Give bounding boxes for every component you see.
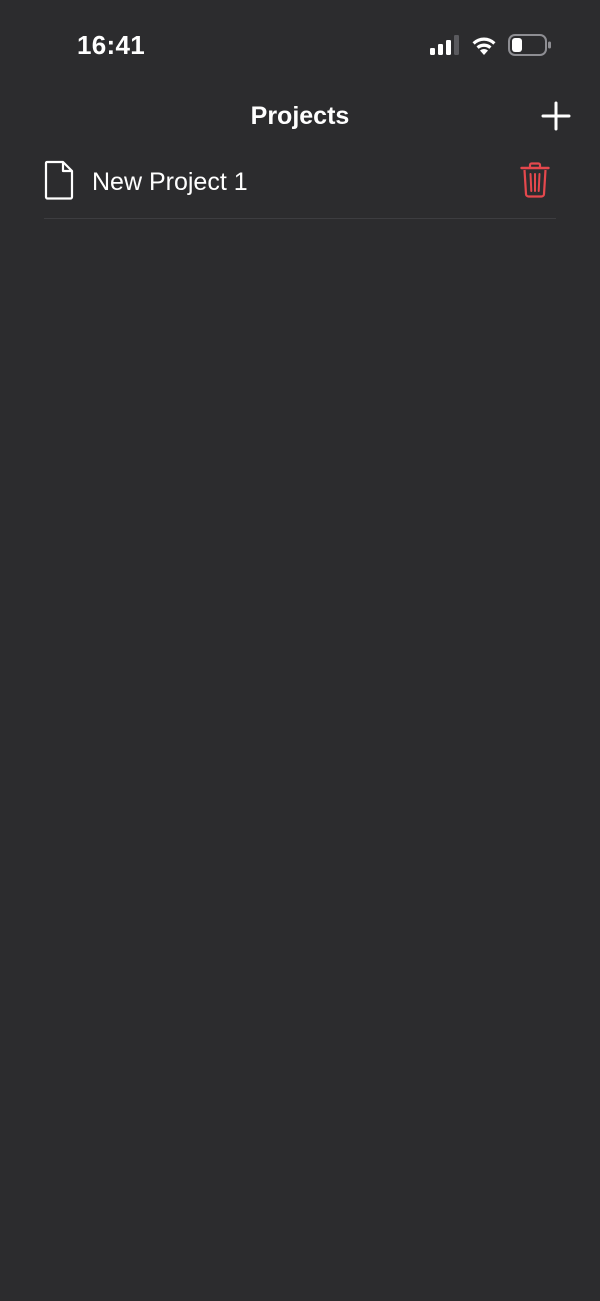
status-icons	[430, 33, 552, 57]
plus-icon	[541, 101, 571, 131]
delete-project-button[interactable]	[520, 162, 550, 198]
wifi-icon	[472, 37, 496, 55]
battery-icon	[508, 34, 551, 56]
document-icon	[44, 160, 74, 200]
project-list: New Project 1	[44, 150, 556, 219]
project-list-item[interactable]: New Project 1	[44, 150, 556, 219]
status-bar: 16:41	[0, 0, 600, 90]
navigation-bar: Projects	[0, 90, 600, 142]
project-name: New Project 1	[92, 168, 248, 196]
trash-icon	[520, 162, 550, 198]
cellular-signal-icon	[430, 35, 459, 55]
add-project-button[interactable]	[540, 100, 572, 132]
page-title: Projects	[250, 102, 350, 130]
status-time: 16:41	[77, 30, 145, 60]
